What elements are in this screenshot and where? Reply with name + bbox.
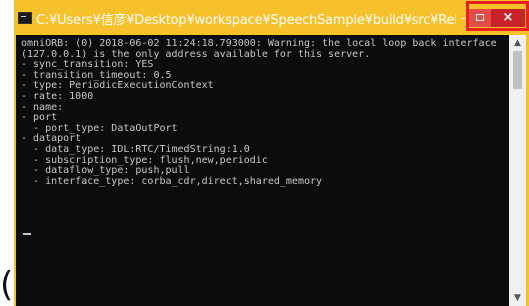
window-title: C:¥Users¥信彦¥Desktop¥workspace¥SpeechSamp… [36,13,456,28]
maximize-icon [476,14,484,21]
console-app-icon[interactable] [18,12,32,24]
title-bar[interactable]: C:¥Users¥信彦¥Desktop¥workspace¥SpeechSamp… [14,0,529,34]
console-line: - type: PeriodicExecutionContext [21,80,214,92]
console-line: - port_type: DataOutPort [21,122,178,134]
console-line: - subscription_type: flush,new,periodic [21,154,268,166]
console-line: (127.0.0.1) is the only address availabl… [21,48,371,60]
vertical-scrollbar[interactable]: ▲ ▼ [509,35,526,306]
console-line: - data_type: IDL:RTC/TimedString:1.0 [21,143,250,155]
console-line: - interface_type: corba_cdr,direct,share… [21,175,323,187]
console-line: - dataflow_type: push,pull [21,165,190,177]
console-line: - rate: 1000 [21,90,94,102]
scroll-up-arrow-icon[interactable]: ▲ [509,35,526,51]
text-cursor [23,233,31,235]
maximize-button[interactable] [469,9,491,27]
console-line: - sync_transition: YES [21,59,154,71]
console-line: - transition_timeout: 0.5 [21,69,172,81]
close-button[interactable]: × [491,9,525,27]
console-line: - dataport [21,133,82,145]
console-line: omniORB: (0) 2018-06-02 11:24:18.793000:… [21,38,497,49]
console-line: - name: [21,101,64,113]
scroll-thumb[interactable] [513,51,522,89]
console-line: - port [21,112,58,124]
console-window: C:¥Users¥信彦¥Desktop¥workspace¥SpeechSamp… [14,0,529,306]
console-output-area[interactable]: omniORB: (0) 2018-06-02 11:24:18.793000:… [16,35,509,306]
console-text: omniORB: (0) 2018-06-02 11:24:18.793000:… [16,35,509,187]
scroll-down-arrow-icon[interactable]: ▼ [509,290,526,306]
